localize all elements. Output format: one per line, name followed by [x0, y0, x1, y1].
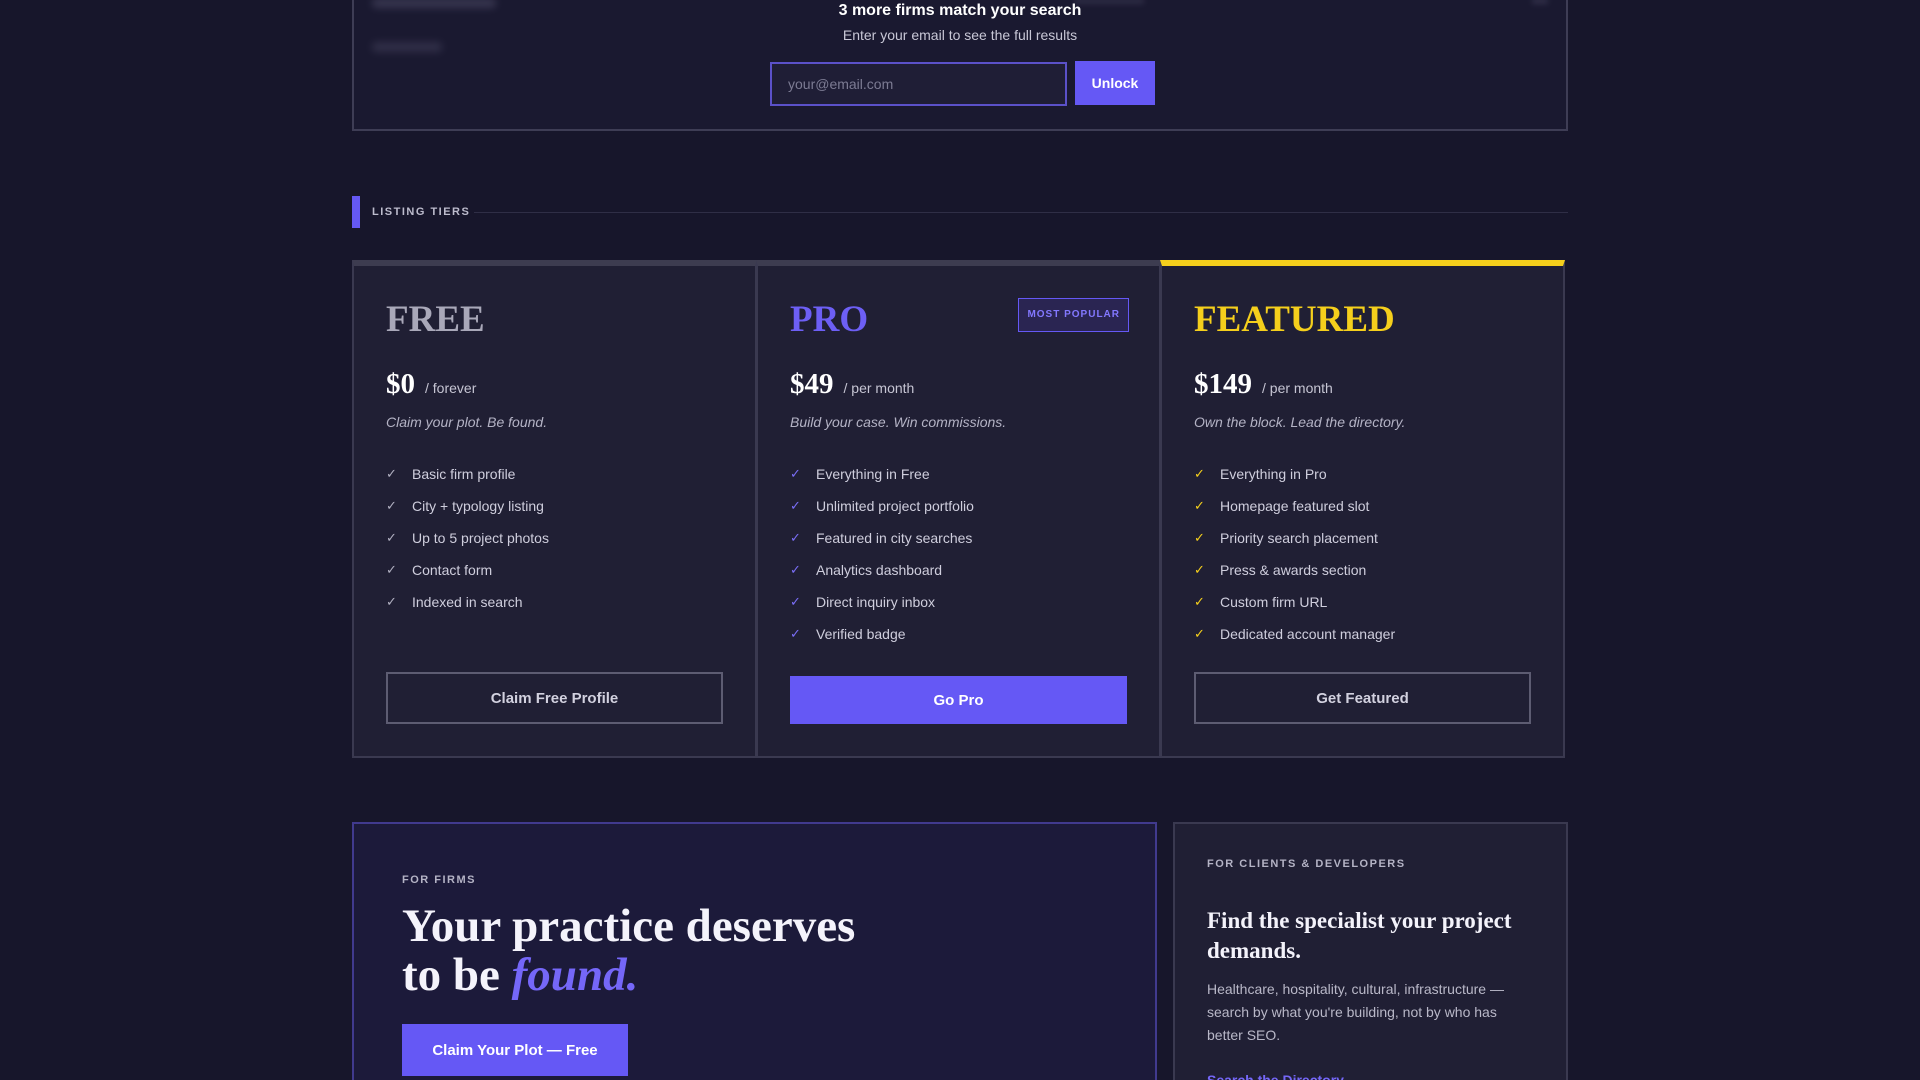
go-pro-button[interactable]: Go Pro: [790, 676, 1127, 724]
feature-label: Unlimited project portfolio: [816, 498, 974, 514]
headline-line-2: to be: [402, 949, 512, 1001]
gate-subtitle: Enter your email to see the full results: [842, 27, 1078, 43]
feature-label: Basic firm profile: [412, 466, 516, 482]
section-label: LISTING TIERS: [372, 206, 471, 218]
check-icon: ✓: [790, 530, 801, 545]
feature-label: Homepage featured slot: [1220, 498, 1370, 514]
feature-label: Featured in city searches: [816, 530, 973, 546]
headline-emphasis: found.: [511, 949, 639, 1001]
feature-list: ✓ Basic firm profile ✓ City + typology lis…: [386, 458, 549, 618]
tier-price: $149 / per month: [1194, 368, 1333, 401]
firms-eyebrow: FOR FIRMS: [402, 874, 476, 886]
gate-title: 3 more firms match your search: [838, 2, 1082, 19]
tier-price: $49 / per month: [790, 368, 914, 401]
feature-item: ✓ Direct inquiry inbox: [790, 586, 974, 618]
results-gate: 3 more firms match your search Enter you…: [352, 0, 1568, 131]
feature-item: ✓ Custom firm URL: [1194, 586, 1395, 618]
for-firms-card: FOR FIRMS Your practice deserves to be f…: [352, 822, 1157, 1080]
tier-name: FEATURED: [1194, 299, 1395, 340]
check-icon: ✓: [1194, 530, 1205, 545]
price-amount: $0: [386, 368, 415, 400]
claim-free-profile-button[interactable]: Claim Free Profile: [386, 672, 723, 724]
feature-label: Priority search placement: [1220, 530, 1378, 546]
tier-name: PRO: [790, 299, 869, 340]
check-icon: ✓: [790, 562, 801, 577]
tier-name: FREE: [386, 299, 485, 340]
check-icon: ✓: [386, 594, 397, 609]
feature-label: Everything in Free: [816, 466, 930, 482]
feature-label: Dedicated account manager: [1220, 626, 1396, 642]
headline-line-1: Your practice deserves: [402, 900, 856, 952]
check-icon: ✓: [1194, 498, 1205, 513]
tier-tagline: Own the block. Lead the directory.: [1194, 414, 1406, 430]
feature-item: ✓ Featured in city searches: [790, 522, 974, 554]
most-popular-badge: MOST POPULAR: [1018, 298, 1129, 332]
clients-headline: Find the specialist your project demands…: [1207, 908, 1512, 963]
feature-label: Everything in Pro: [1220, 466, 1327, 482]
feature-item: ✓ Press & awards section: [1194, 554, 1395, 586]
feature-item: ✓ Homepage featured slot: [1194, 490, 1395, 522]
feature-label: Custom firm URL: [1220, 594, 1328, 610]
feature-label: Up to 5 project photos: [412, 530, 549, 546]
feature-item: ✓ Indexed in search: [386, 586, 549, 618]
feature-item: ✓ Everything in Pro: [1194, 458, 1395, 490]
get-featured-button[interactable]: Get Featured: [1194, 672, 1531, 724]
check-icon: ✓: [386, 498, 397, 513]
feature-item: ✓ Everything in Free: [790, 458, 974, 490]
tier-card-free: FREE $0 / forever Claim your plot. Be fo…: [352, 260, 757, 758]
listing-tiers-heading: LISTING TIERS: [352, 196, 1568, 228]
tier-card-featured: FEATURED $149 / per month Own the block.…: [1160, 260, 1565, 758]
section-accent-bar: [352, 196, 360, 228]
feature-item: ✓ City + typology listing: [386, 490, 549, 522]
feature-label: City + typology listing: [412, 498, 544, 514]
feature-list: ✓ Everything in Pro ✓ Homepage featured sl…: [1194, 458, 1395, 650]
check-icon: ✓: [386, 466, 397, 481]
feature-item: ✓ Priority search placement: [1194, 522, 1395, 554]
feature-item: ✓ Unlimited project portfolio: [790, 490, 974, 522]
clients-eyebrow: FOR CLIENTS & DEVELOPERS: [1207, 858, 1406, 870]
email-input[interactable]: [770, 62, 1067, 106]
feature-item: ✓ Contact form: [386, 554, 549, 586]
price-period: / forever: [425, 380, 477, 396]
feature-label: Direct inquiry inbox: [816, 594, 936, 610]
tier-price: $0 / forever: [386, 368, 476, 401]
tier-card-pro: PRO MOST POPULAR $49 / per month Build y…: [756, 260, 1161, 758]
check-icon: ✓: [1194, 594, 1205, 609]
check-icon: ✓: [1194, 466, 1205, 481]
feature-label: Verified badge: [816, 626, 906, 642]
feature-label: Press & awards section: [1220, 562, 1367, 578]
check-icon: ✓: [790, 594, 801, 609]
price-period: / per month: [843, 380, 915, 396]
feature-list: ✓ Everything in Free ✓ Unlimited project p…: [790, 458, 974, 650]
for-clients-card: FOR CLIENTS & DEVELOPERS Find the specia…: [1173, 822, 1568, 1080]
feature-label: Indexed in search: [412, 594, 523, 610]
feature-item: ✓ Verified badge: [790, 618, 974, 650]
clients-description: Healthcare, hospitality, cultural, infra…: [1207, 981, 1504, 1043]
check-icon: ✓: [790, 626, 801, 641]
price-amount: $149: [1194, 368, 1252, 400]
feature-item: ✓ Up to 5 project photos: [386, 522, 549, 554]
pricing-tiers: FREE $0 / forever Claim your plot. Be fo…: [352, 260, 1568, 758]
check-icon: ✓: [1194, 626, 1205, 641]
feature-item: ✓ Dedicated account manager: [1194, 618, 1395, 650]
firms-headline: Your practice deserves to be found.: [402, 902, 922, 1000]
tier-tagline: Build your case. Win commissions.: [790, 414, 1007, 430]
check-icon: ✓: [790, 498, 801, 513]
check-icon: ✓: [386, 562, 397, 577]
section-divider: [474, 212, 1568, 213]
feature-item: ✓ Basic firm profile: [386, 458, 549, 490]
claim-your-plot-button[interactable]: Claim Your Plot — Free: [402, 1024, 628, 1076]
check-icon: ✓: [1194, 562, 1205, 577]
check-icon: ✓: [386, 530, 397, 545]
check-icon: ✓: [790, 466, 801, 481]
unlock-button[interactable]: Unlock: [1075, 61, 1155, 105]
feature-label: Analytics dashboard: [816, 562, 943, 578]
feature-item: ✓ Analytics dashboard: [790, 554, 974, 586]
tier-tagline: Claim your plot. Be found.: [386, 414, 548, 430]
price-amount: $49: [790, 368, 834, 400]
search-directory-link[interactable]: Search the Directory →: [1207, 1072, 1362, 1080]
blurred-result-text: [372, 42, 442, 52]
price-period: / per month: [1262, 380, 1333, 396]
feature-label: Contact form: [412, 562, 493, 578]
